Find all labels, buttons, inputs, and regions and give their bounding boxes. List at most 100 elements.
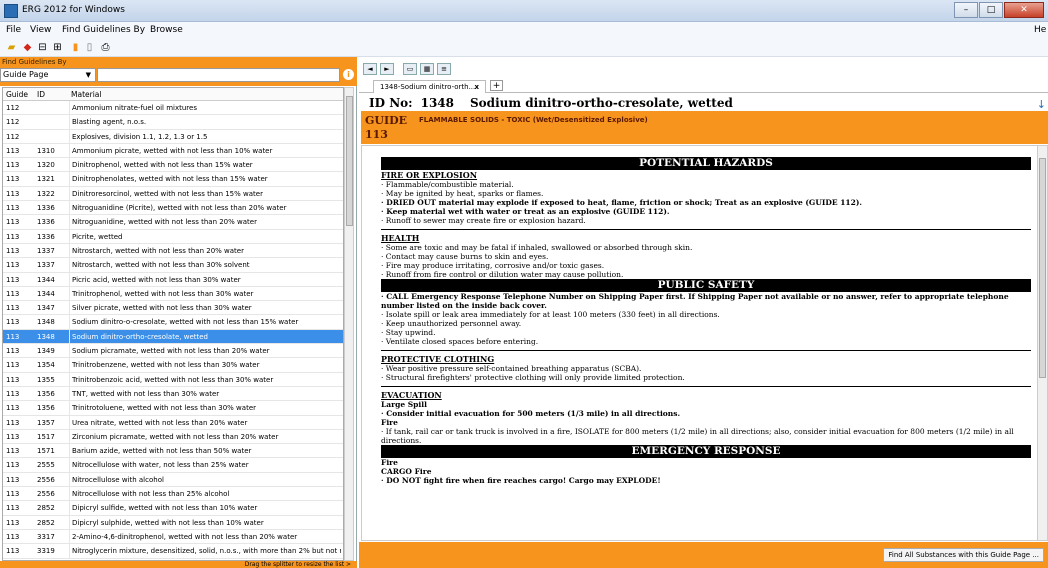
cell-guide: 113: [6, 475, 20, 484]
table-row[interactable]: 113 1322 Dinitroresorcinol, wetted with no…: [3, 186, 343, 202]
menu-browse[interactable]: Browse: [150, 25, 183, 35]
guide-number: 113: [365, 128, 388, 141]
table-row[interactable]: 113 1357 Urea nitrate, wetted with not les…: [3, 415, 343, 430]
table-row[interactable]: 113 1347 Silver picrate, wetted with not l…: [3, 301, 343, 316]
guide-page-select[interactable]: Guide Page ▼: [0, 68, 96, 82]
scrollbar-thumb[interactable]: [346, 96, 353, 226]
close-button[interactable]: ✕: [1004, 2, 1044, 18]
page-view-icon[interactable]: ▭: [403, 63, 417, 75]
truck-icon[interactable]: ⊞: [52, 42, 63, 53]
table-row[interactable]: 113 1336 Picrite, wetted: [3, 229, 343, 244]
table-row[interactable]: 112 Blasting agent, n.o.s.: [3, 115, 343, 130]
minimize-button[interactable]: –: [954, 2, 978, 18]
table-row[interactable]: 113 3319 Nitroglycerin mixture, desensitiz…: [3, 544, 343, 559]
tab-close-icon[interactable]: x: [474, 81, 479, 93]
cell-guide: 113: [6, 161, 20, 170]
add-tab-button[interactable]: +: [490, 80, 503, 91]
menu-view[interactable]: View: [30, 25, 51, 35]
app-icon: [4, 4, 18, 18]
cell-guide: 113: [6, 447, 20, 456]
table-row[interactable]: 113 1336 Nitroguanidine, wetted with not l…: [3, 215, 343, 230]
cell-material: Trinitrobenzoic acid, wetted with not le…: [69, 372, 341, 387]
text-line: · Keep unauthorized personnel away.: [381, 319, 522, 328]
id-label: ID No:: [369, 96, 413, 110]
splitter-hint[interactable]: Drag the splitter to resize the list >: [0, 561, 357, 568]
cell-id: 1355: [37, 375, 55, 384]
table-row[interactable]: 113 1344 Picric acid, wetted with not less…: [3, 272, 343, 287]
table-row[interactable]: 113 2852 Dipicryl sulfide, wetted with not…: [3, 501, 343, 516]
cell-material: TNT, wetted with not less than 30% water: [69, 386, 341, 401]
search-input[interactable]: [97, 68, 340, 82]
table-row[interactable]: 113 1337 Nitrostarch, wetted with not less…: [3, 258, 343, 273]
table-row[interactable]: 113 1348 Sodium dinitro-o-cresolate, wette…: [3, 315, 343, 330]
table-row[interactable]: 112 Ammonium nitrate-fuel oil mixtures: [3, 101, 343, 116]
table-row[interactable]: 113 2556 Nitrocellulose with not less than…: [3, 487, 343, 502]
cell-id: 1336: [37, 204, 55, 213]
maximize-button[interactable]: □: [979, 2, 1003, 18]
table-row[interactable]: 113 1320 Dinitrophenol, wetted with not le…: [3, 158, 343, 173]
table-row[interactable]: 113 2556 Nitrocellulose with alcohol: [3, 472, 343, 488]
menu-file[interactable]: File: [6, 25, 21, 35]
table-row[interactable]: 113 1344 Trinitrophenol, wetted with not l…: [3, 286, 343, 302]
heading-fire-explosion: FIRE OR EXPLOSION: [381, 170, 478, 180]
select-value: Guide Page: [3, 70, 49, 79]
cell-id: 3317: [37, 532, 55, 541]
forward-icon[interactable]: ►: [380, 63, 394, 75]
subheading-fire: Fire: [381, 418, 398, 427]
cell-id: 1310: [37, 146, 55, 155]
tab-1348[interactable]: 1348-Sodium dinitro-orth... x: [373, 80, 486, 93]
table-row[interactable]: 113 1349 Sodium picramate, wetted with not…: [3, 344, 343, 359]
table-row[interactable]: 113 1356 TNT, wetted with not less than 30…: [3, 386, 343, 402]
table-row[interactable]: 113 1336 Nitroguanidine (Picrite), wetted …: [3, 201, 343, 216]
cell-material: 2-Amino-4,6-dinitrophenol, wetted with n…: [69, 529, 341, 544]
window-title: ERG 2012 for Windows: [22, 5, 125, 15]
table-row[interactable]: 113 1355 Trinitrobenzoic acid, wetted with…: [3, 372, 343, 387]
table-row[interactable]: 113 1354 Trinitrobenzene, wetted with not …: [3, 358, 343, 373]
table-row[interactable]: 113 1337 Nitrostarch, wetted with not less…: [3, 243, 343, 259]
column-material[interactable]: Material: [71, 90, 101, 99]
list-scrollbar[interactable]: [344, 87, 354, 561]
download-icon[interactable]: ↓: [1037, 98, 1046, 111]
table-row[interactable]: 113 1348 Sodium dinitro-ortho-cresolate, w…: [3, 329, 343, 345]
column-id[interactable]: ID: [37, 90, 45, 99]
table-row[interactable]: 113 2852 Dipicryl sulphide, wetted with no…: [3, 515, 343, 530]
orange-page-icon[interactable]: ▮: [70, 42, 81, 53]
hazard-diamond-icon[interactable]: ◆: [22, 42, 33, 53]
blank-page-icon[interactable]: ▯: [84, 42, 95, 53]
print-icon[interactable]: ⎙: [100, 42, 111, 53]
cell-id: 1517: [37, 432, 55, 441]
subheading-fire: Fire: [381, 458, 398, 467]
cell-material: Nitroglycerin mixture, desensitized, sol…: [69, 544, 341, 559]
table-row[interactable]: 113 2555 Nitrocellulose with water, not le…: [3, 458, 343, 473]
scrollbar-thumb[interactable]: [1039, 158, 1046, 378]
cell-guide: 112: [6, 132, 20, 141]
table-row[interactable]: 113 1356 Trinitrotoluene, wetted with not …: [3, 401, 343, 416]
section-public-safety: PUBLIC SAFETY: [381, 279, 1031, 292]
info-icon[interactable]: i: [343, 69, 354, 80]
menu-help[interactable]: He: [1034, 25, 1046, 35]
table-view-icon[interactable]: ▦: [420, 63, 434, 75]
find-all-substances-button[interactable]: Find All Substances with this Guide Page…: [883, 548, 1044, 562]
cell-id: 2852: [37, 518, 55, 527]
cell-guide: 113: [6, 504, 20, 513]
table-row[interactable]: 113 1321 Dinitrophenolates, wetted with no…: [3, 172, 343, 187]
rail-car-icon[interactable]: ⊟: [37, 42, 48, 53]
table-row[interactable]: 113 3317 2-Amino-4,6-dinitrophenol, wetted…: [3, 529, 343, 545]
document-scrollbar[interactable]: [1037, 146, 1047, 540]
divider: [381, 229, 1031, 230]
text-line: · Runoff to sewer may create fire or exp…: [381, 216, 586, 225]
cell-material: Ammonium nitrate-fuel oil mixtures: [69, 101, 341, 115]
yellow-pages-icon[interactable]: ▰: [6, 42, 17, 53]
heading-protective-clothing: PROTECTIVE CLOTHING: [381, 354, 495, 364]
table-row[interactable]: 113 1310 Ammonium picrate, wetted with not…: [3, 143, 343, 159]
column-guide[interactable]: Guide: [6, 90, 28, 99]
table-row[interactable]: 113 1517 Zirconium picramate, wetted with …: [3, 429, 343, 445]
list-view-icon[interactable]: ≡: [437, 63, 451, 75]
menu-find-guidelines-by[interactable]: Find Guidelines By: [62, 25, 145, 35]
table-row[interactable]: 112 Explosives, division 1.1, 1.2, 1.3 or…: [3, 129, 343, 144]
cell-guide: 113: [6, 490, 20, 499]
back-icon[interactable]: ◄: [363, 63, 377, 75]
cell-guide: 113: [6, 404, 20, 413]
table-row[interactable]: 113 1571 Barium azide, wetted with not les…: [3, 444, 343, 459]
cell-material: Nitroguanidine (Picrite), wetted with no…: [69, 201, 341, 216]
